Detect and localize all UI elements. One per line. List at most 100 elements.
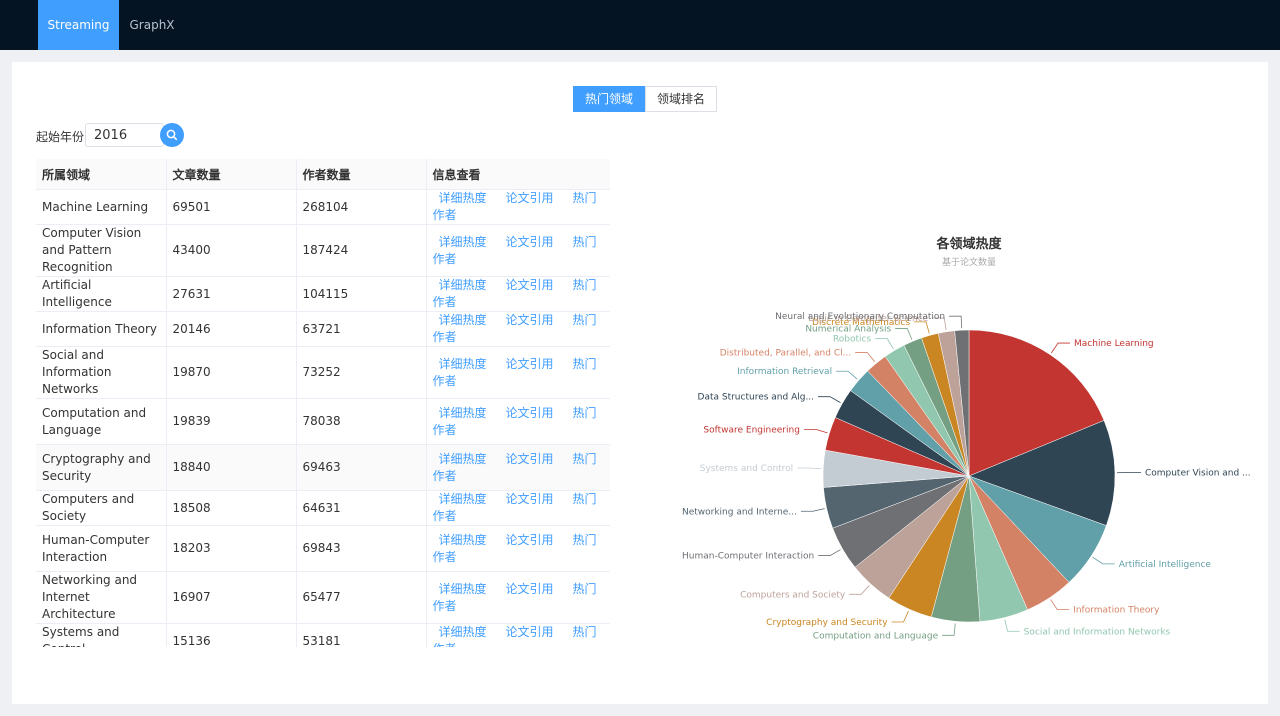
label-line xyxy=(891,610,909,623)
nav-tab-streaming[interactable]: Streaming xyxy=(38,0,119,50)
paper-count-cell: 18840 xyxy=(166,444,297,491)
author-count-cell: 65477 xyxy=(296,571,427,624)
field-name-cell: Computer Vision and Pattern Recognition xyxy=(36,224,167,277)
field-name-cell: Machine Learning xyxy=(36,189,167,225)
field-name-cell: Computation and Language xyxy=(36,398,167,445)
label-line xyxy=(797,467,822,470)
label-line xyxy=(895,328,913,340)
detail-heat-link[interactable]: 详细热度 xyxy=(439,357,487,371)
toggle-field-ranking[interactable]: 领域排名 xyxy=(645,86,718,112)
paper-citation-link[interactable]: 论文引用 xyxy=(506,625,554,639)
actions-cell: 详细热度论文引用热门作者 xyxy=(426,398,610,445)
paper-count-cell: 18508 xyxy=(166,490,297,526)
table-row: Cryptography and Security 18840 69463 详细热度 论… xyxy=(36,444,610,491)
label-line xyxy=(942,623,956,636)
search-icon xyxy=(166,129,178,141)
paper-citation-link[interactable]: 论文引用 xyxy=(506,357,554,371)
label-line xyxy=(800,508,825,512)
detail-heat-link[interactable]: 详细热度 xyxy=(439,278,487,292)
table-row: Computers and Society 18508 64631 详细热度 论文引用热… xyxy=(36,490,610,526)
table-row: Artificial Intelligence 27631 104115 详细热度 论文… xyxy=(36,276,610,312)
detail-heat-link[interactable]: 详细热度 xyxy=(439,235,487,249)
detail-heat-link[interactable]: 详细热度 xyxy=(439,406,487,420)
label-line xyxy=(849,585,870,595)
paper-count-cell: 19870 xyxy=(166,346,297,399)
actions-cell: 详细热度论文引用热门作者 xyxy=(426,276,610,312)
paper-count-cell: 19839 xyxy=(166,398,297,445)
author-count-cell: 73252 xyxy=(296,346,427,399)
actions-cell: 详细热度论文引用热门作者 xyxy=(426,490,610,526)
label-line xyxy=(836,370,858,380)
toggle-hot-fields[interactable]: 热门领域 xyxy=(573,86,646,112)
view-toggle: 热门领域 领域排名 xyxy=(573,86,718,112)
search-button[interactable] xyxy=(160,123,184,147)
actions-cell: 详细热度论文引用热门作者 xyxy=(426,346,610,399)
slice-label: Social and Information Networks xyxy=(1024,627,1171,637)
detail-heat-link[interactable]: 详细热度 xyxy=(439,313,487,327)
column-header: 信息查看 xyxy=(426,159,610,190)
detail-heat-link[interactable]: 详细热度 xyxy=(439,452,487,466)
paper-citation-link[interactable]: 论文引用 xyxy=(506,492,554,506)
label-line xyxy=(818,549,841,556)
actions-cell: 详细热度论文引用热门作者 xyxy=(426,571,610,624)
slice-label: Computers and Society xyxy=(740,590,846,600)
paper-citation-link[interactable]: 论文引用 xyxy=(506,533,554,547)
detail-heat-link[interactable]: 详细热度 xyxy=(439,582,487,596)
slice-label: Artificial Intelligence xyxy=(1119,560,1212,570)
paper-citation-link[interactable]: 论文引用 xyxy=(506,313,554,327)
author-count-cell: 63721 xyxy=(296,311,427,347)
field-name-cell: Computers and Society xyxy=(36,490,167,526)
nav-tab-graphx[interactable]: GraphX xyxy=(119,0,185,50)
slice-label: Neural and Evolutionary Computation xyxy=(775,312,945,322)
column-header: 文章数量 xyxy=(166,159,297,190)
slice-label: Data Structures and Alg... xyxy=(698,393,815,403)
field-name-cell: Social and Information Networks xyxy=(36,346,167,399)
field-name-cell: Human-Computer Interaction xyxy=(36,525,167,572)
table-row: Systems and Control1513653181详细热度论文引用热门作… xyxy=(36,623,610,647)
paper-count-cell: 16907 xyxy=(166,571,297,624)
author-count-cell: 104115 xyxy=(296,276,427,312)
field-name-cell: Artificial Intelligence xyxy=(36,276,167,312)
table-header: 所属领域 文章数量 作者数量 信息查看 xyxy=(36,159,610,190)
paper-citation-link[interactable]: 论文引用 xyxy=(506,278,554,292)
paper-count-cell: 15136 xyxy=(166,623,297,647)
detail-heat-link[interactable]: 详细热度 xyxy=(439,533,487,547)
field-name-cell: Cryptography and Security xyxy=(36,444,167,491)
paper-citation-link[interactable]: 论文引用 xyxy=(506,235,554,249)
author-count-cell: 53181 xyxy=(296,623,427,647)
field-name-cell: Systems and Control xyxy=(36,623,167,647)
label-line xyxy=(855,352,876,363)
paper-citation-link[interactable]: 论文引用 xyxy=(506,406,554,420)
paper-citation-link[interactable]: 论文引用 xyxy=(506,191,554,205)
content-card: 热门领域 领域排名 起始年份 所属领域文章数量作者数量信息查看 Machine … xyxy=(12,62,1268,704)
paper-citation-link[interactable]: 论文引用 xyxy=(506,582,554,596)
slice-label: Information Theory xyxy=(1073,605,1160,615)
author-count-cell: 187424 xyxy=(296,224,427,277)
label-line xyxy=(803,429,828,434)
detail-heat-link[interactable]: 详细热度 xyxy=(439,625,487,639)
author-count-cell: 69463 xyxy=(296,444,427,491)
label-line xyxy=(818,396,841,403)
detail-heat-link[interactable]: 详细热度 xyxy=(439,191,487,205)
field-name-cell: Information Theory xyxy=(36,311,167,347)
author-count-cell: 78038 xyxy=(296,398,427,445)
actions-cell: 详细热度论文引用热门作者 xyxy=(426,189,610,225)
start-year-label: 起始年份 xyxy=(36,130,85,144)
table-row: Social and Information Networks 19870 7325… xyxy=(36,346,610,399)
label-line xyxy=(875,338,894,350)
paper-count-cell: 69501 xyxy=(166,189,297,225)
column-header: 所属领域 xyxy=(36,159,167,190)
detail-heat-link[interactable]: 详细热度 xyxy=(439,492,487,506)
chart-title: 各领域热度 xyxy=(935,236,1002,252)
slice-label: Machine Learning xyxy=(1074,339,1154,349)
table-row: Information Theory 20146 63721 详细热度 论文引用 热门作者 xyxy=(36,311,610,347)
label-line xyxy=(1004,619,1020,632)
field-table: 所属领域 文章数量 作者数量 信息查看 Machine Learning 69501 26… xyxy=(36,159,610,647)
slice-label: Networking and Interne... xyxy=(682,507,797,517)
slice-label: Distributed, Parallel, and Cl... xyxy=(720,349,851,359)
slice-label: Human-Computer Interaction xyxy=(682,552,814,562)
start-year-input[interactable] xyxy=(85,123,164,147)
paper-citation-link[interactable]: 论文引用 xyxy=(506,452,554,466)
label-line xyxy=(1092,556,1115,565)
table-row: Machine Learning 69501 268104 详细热度 论文引用 热门作者 xyxy=(36,189,610,225)
